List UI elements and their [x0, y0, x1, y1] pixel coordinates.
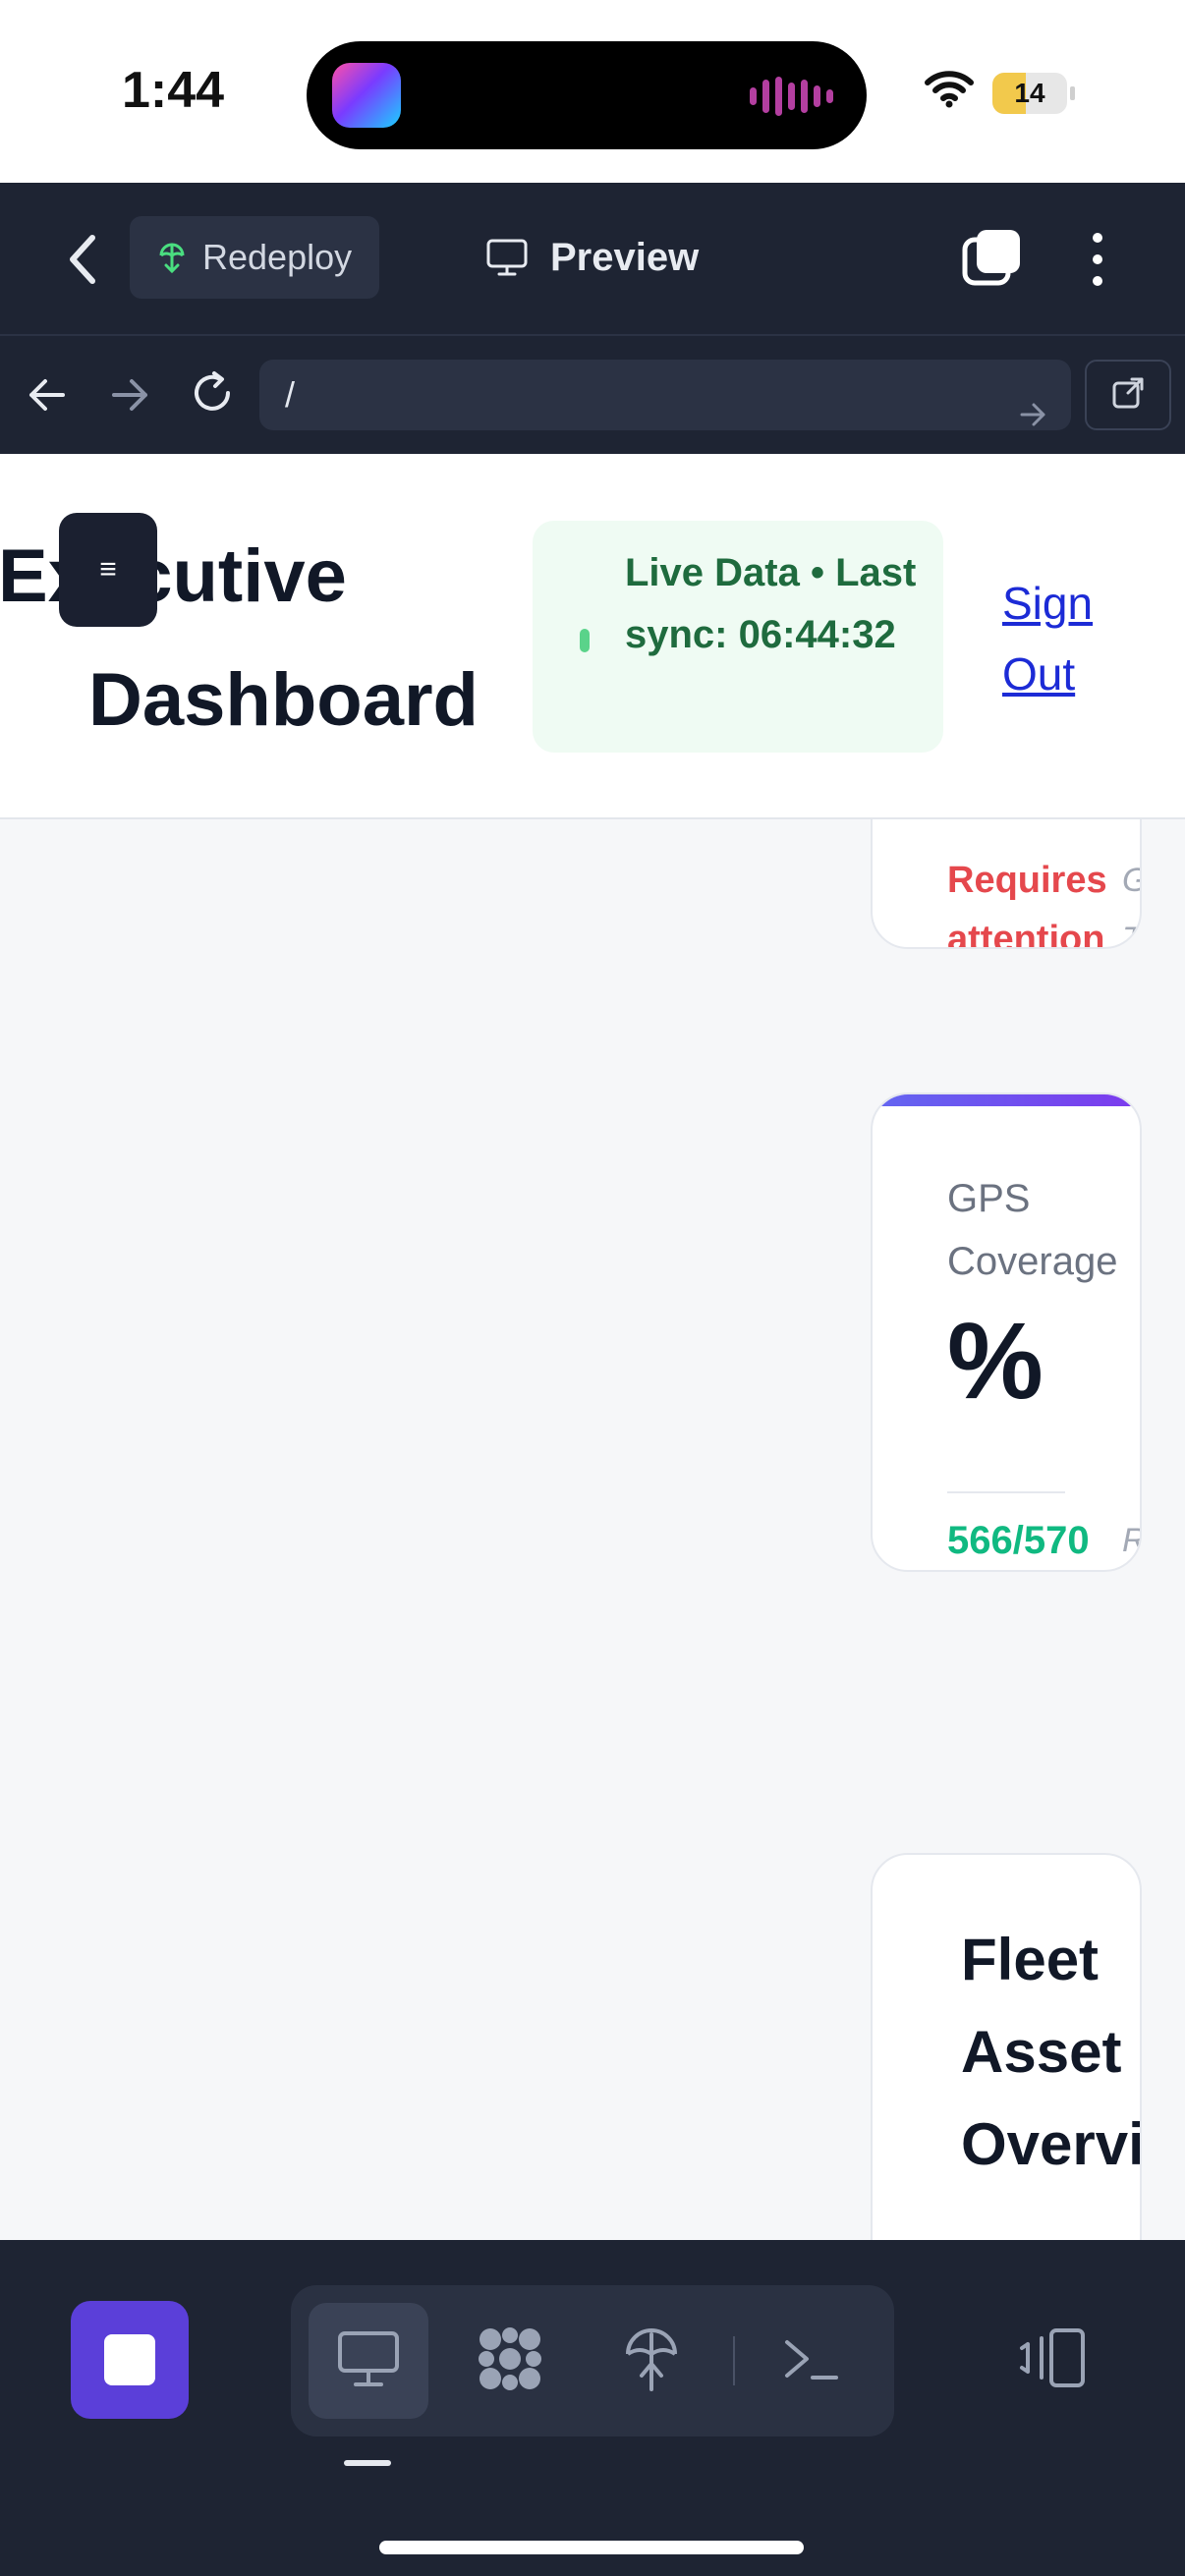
alert-status: Requires attention [947, 860, 1107, 949]
menu-toggle-button[interactable]: ≡ [59, 513, 157, 627]
view-switcher [291, 2285, 894, 2436]
status-bar: 1:44 14 [0, 0, 1185, 183]
network-icon [475, 2324, 545, 2399]
live-indicator-dot [580, 629, 590, 652]
fleet-overview-title-text: Fleet Asset Overvi [961, 1927, 1142, 2177]
deploy-view-button[interactable] [592, 2303, 711, 2419]
external-link-icon [1110, 375, 1146, 416]
terminal-view-button[interactable] [751, 2303, 871, 2419]
reload-icon[interactable] [189, 369, 236, 421]
battery-level: 14 [1014, 78, 1045, 108]
fleet-overview-card: Fleet Asset Overvi [871, 1853, 1142, 2240]
battery-icon: 14 [992, 73, 1075, 114]
alert-side-text: G T [1122, 862, 1142, 949]
card-accent-bar [873, 1094, 1140, 1106]
redeploy-button[interactable]: Redeploy [130, 216, 379, 299]
gps-side-text: R ti [1122, 1511, 1140, 1570]
network-view-button[interactable] [450, 2303, 570, 2419]
page-header: Executive Dashboard ≡ Live Data • Last s… [0, 454, 1185, 819]
monitor-icon [336, 2329, 401, 2393]
url-input[interactable]: / [259, 360, 1071, 430]
segment-divider [733, 2336, 735, 2385]
fleet-overview-title: Fleet Asset Overvi [961, 1914, 1142, 2191]
back-chevron-icon[interactable] [59, 230, 108, 289]
address-bar: / [0, 334, 1185, 454]
live-status-text: Live Data • Last sync: 06:44:32 [625, 551, 917, 656]
external-link-button[interactable] [1085, 360, 1171, 430]
app-toolbar: Redeploy Preview [0, 183, 1185, 334]
stop-icon [104, 2334, 155, 2385]
device-layout-icon[interactable] [1016, 2326, 1089, 2394]
monitor-view-button[interactable] [309, 2303, 428, 2419]
gps-coverage-label: GPS Coverage [947, 1177, 1118, 1283]
audio-wave-icon [750, 77, 833, 116]
preview-tab[interactable]: Preview [485, 228, 699, 287]
alert-card: Requires attention G T [871, 819, 1142, 949]
arrow-right-icon[interactable] [108, 375, 151, 420]
status-time: 1:44 [122, 62, 225, 119]
live-status-badge: Live Data • Last sync: 06:44:32 [533, 521, 943, 753]
monitor-icon [485, 238, 529, 277]
arrow-left-icon[interactable] [26, 375, 69, 420]
more-vertical-icon[interactable] [1081, 228, 1114, 291]
redeploy-icon [155, 240, 189, 275]
preview-label: Preview [550, 235, 700, 279]
terminal-icon [781, 2334, 840, 2388]
bottom-toolbar [0, 2240, 1185, 2576]
app-thumbnail-icon [332, 63, 401, 128]
active-view-indicator [344, 2460, 391, 2466]
dashboard-content: Requires attention G T GPS Coverage % 56… [0, 819, 1185, 2240]
tabs-icon[interactable] [961, 226, 1024, 289]
stop-button[interactable] [71, 2301, 189, 2419]
dynamic-island [307, 41, 867, 149]
deploy-icon [622, 2324, 681, 2398]
go-arrow-icon[interactable] [1018, 381, 1047, 452]
card-divider [947, 1491, 1065, 1493]
menu-icon: ≡ [99, 553, 117, 586]
wifi-icon [924, 69, 975, 113]
home-indicator[interactable] [379, 2541, 804, 2554]
gps-enabled-count: 566/570 enabled [947, 1519, 1090, 1562]
gps-coverage-value: % [947, 1301, 1044, 1422]
redeploy-label: Redeploy [202, 237, 353, 277]
sign-out-link[interactable]: Sign Out [1002, 568, 1159, 709]
gps-coverage-card: GPS Coverage % 566/570 enabled R ti [871, 1092, 1142, 1572]
url-text: / [285, 374, 296, 415]
